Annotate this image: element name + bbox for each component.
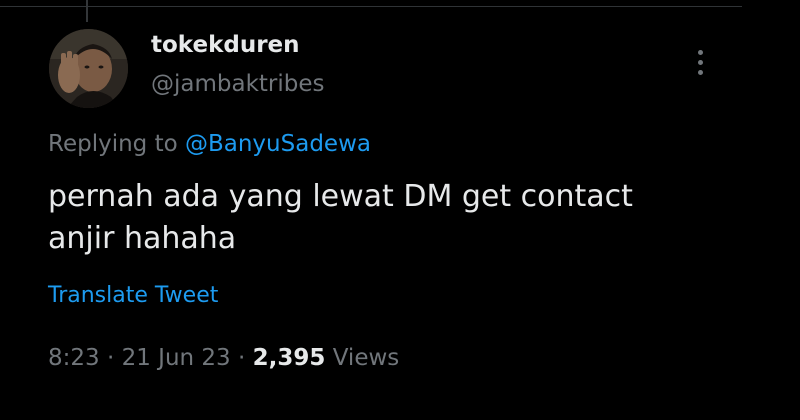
tweet-date[interactable]: 21 Jun 23 bbox=[122, 345, 231, 371]
replying-to: Replying to @BanyuSadewa bbox=[48, 131, 371, 157]
author-handle[interactable]: @jambaktribes bbox=[151, 71, 325, 97]
tweet-text-line: pernah ada yang lewat DM get contact bbox=[48, 179, 633, 214]
tweet-time[interactable]: 8:23 bbox=[48, 345, 100, 371]
author-display-name[interactable]: tokekduren bbox=[151, 32, 300, 58]
top-divider bbox=[0, 6, 742, 7]
meta-separator: · bbox=[106, 345, 115, 371]
thread-connector-line bbox=[86, 0, 88, 22]
ellipsis-dot bbox=[698, 70, 703, 75]
tweet-meta: 8:23 · 21 Jun 23 · 2,395 Views bbox=[48, 345, 399, 371]
ellipsis-dot bbox=[698, 60, 703, 65]
avatar[interactable] bbox=[49, 29, 128, 108]
more-options-button[interactable] bbox=[690, 46, 712, 80]
meta-separator: · bbox=[238, 345, 246, 371]
vertical-ellipsis-icon bbox=[698, 50, 703, 55]
user-avatar-icon bbox=[49, 29, 128, 108]
tweet-text-line: anjir hahaha bbox=[48, 221, 237, 256]
replying-to-label: Replying to bbox=[48, 131, 178, 157]
views-count[interactable]: 2,395 bbox=[253, 345, 326, 371]
views-label: Views bbox=[332, 345, 400, 371]
reply-mention-link[interactable]: @BanyuSadewa bbox=[185, 131, 371, 157]
translate-tweet-link[interactable]: Translate Tweet bbox=[48, 283, 218, 308]
tweet-text: pernah ada yang lewat DM get contact anj… bbox=[48, 176, 748, 260]
